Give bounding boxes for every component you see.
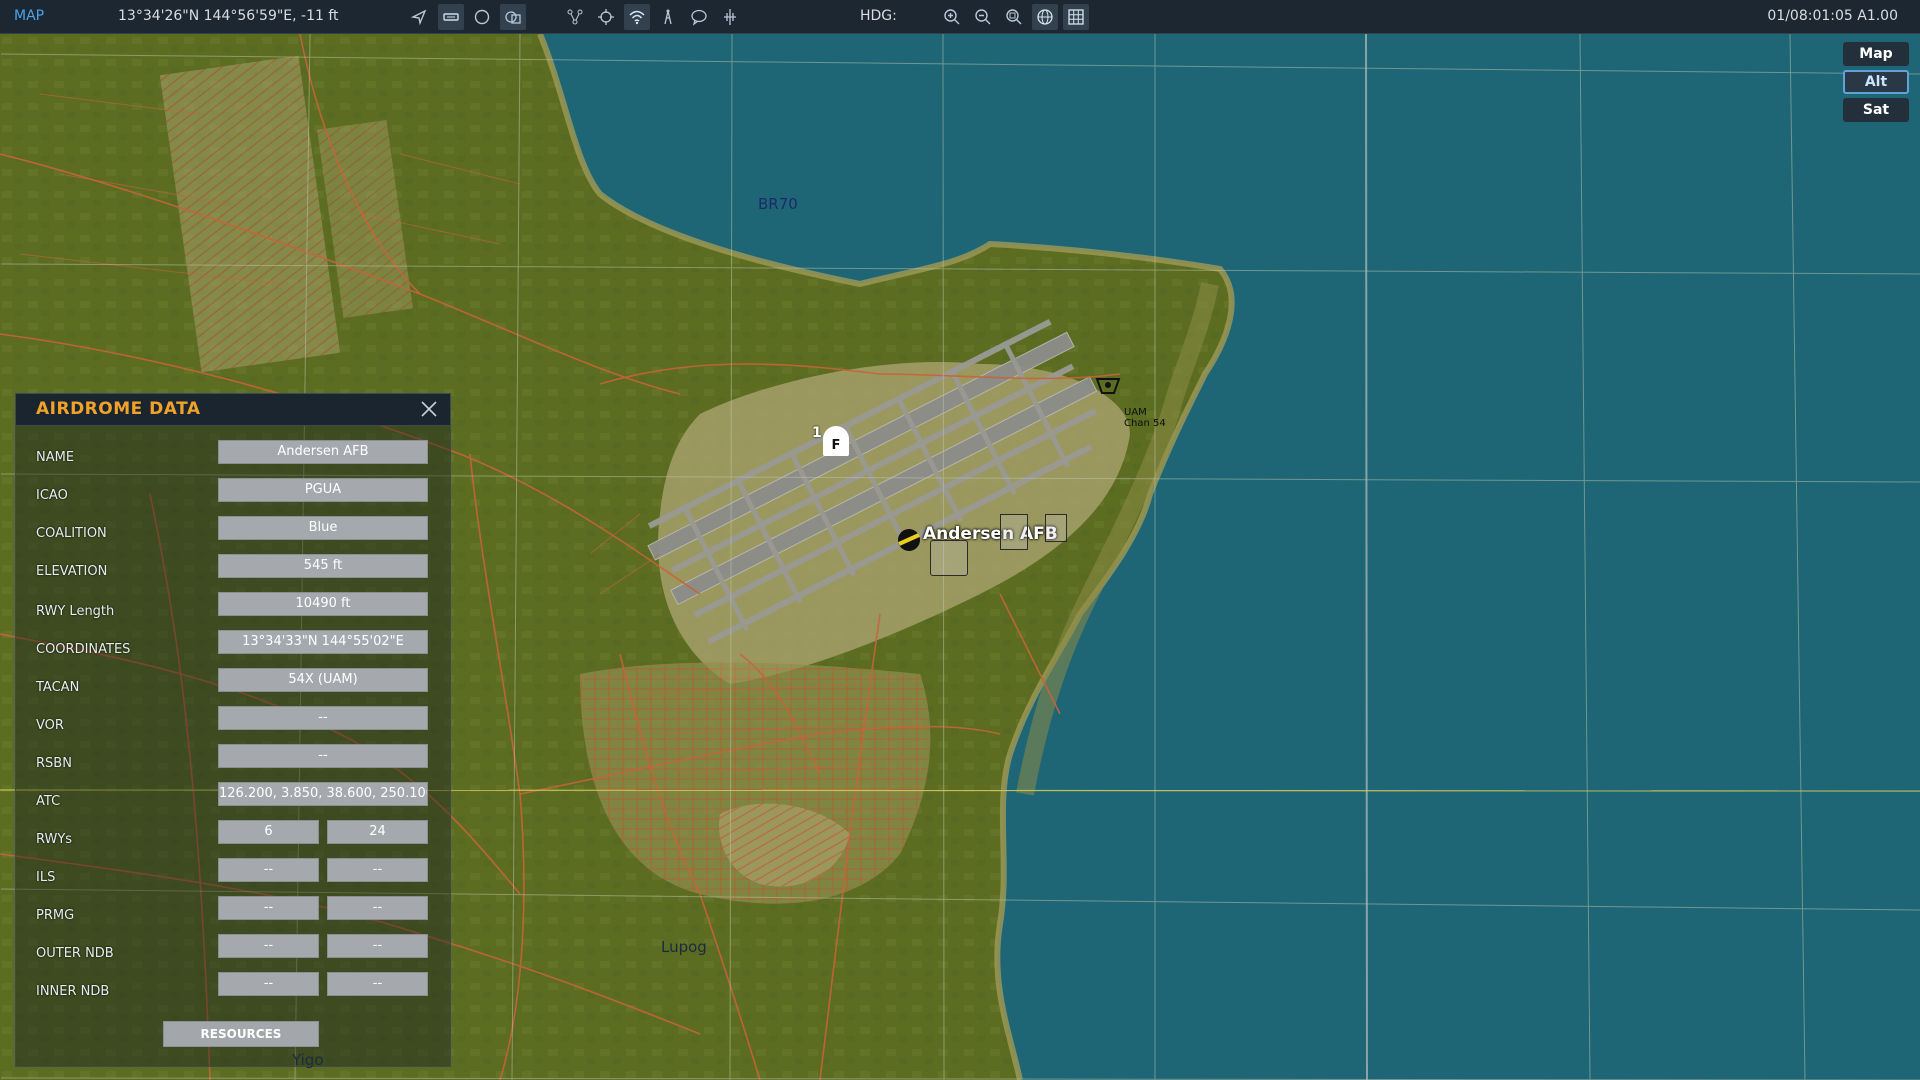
outer-ndb-label: OUTER NDB: [36, 946, 114, 961]
mission-clock: 01/08:01:05 A1.00: [1767, 8, 1898, 24]
send-icon[interactable]: [406, 4, 432, 30]
coalition-field: Blue: [218, 516, 428, 540]
rwys-label: RWYs: [36, 832, 73, 847]
rwy-length-label: RWY Length: [36, 604, 115, 619]
ils-a-field: --: [218, 858, 319, 882]
elevation-label: ELEVATION: [36, 564, 108, 579]
coordinates-field: 13°34'33"N 144°55'02"E: [218, 630, 428, 654]
inner-ndb-b-field: --: [327, 972, 428, 996]
icao-label: ICAO: [36, 488, 68, 503]
tower-icon[interactable]: [655, 4, 681, 30]
row-rwy-length: RWY Length 10490 ft: [16, 592, 450, 620]
circle-icon[interactable]: [469, 4, 495, 30]
row-prmg: PRMG -- --: [16, 896, 450, 924]
chat-icon[interactable]: [686, 4, 712, 30]
rwy-length-field: 10490 ft: [218, 592, 428, 616]
ils-b-field: --: [327, 858, 428, 882]
inner-ndb-label: INNER NDB: [36, 984, 110, 999]
row-inner-ndb: INNER NDB -- --: [16, 972, 450, 1000]
ruler-icon[interactable]: [717, 4, 743, 30]
coordinates-label: COORDINATES: [36, 642, 131, 657]
map-type-map-button[interactable]: Map: [1843, 42, 1909, 66]
row-coalition: COALITION Blue: [16, 516, 450, 544]
row-rwys: RWYs 6 24: [16, 820, 450, 848]
map-label-yigo: Yigo: [292, 1051, 324, 1069]
map-type-sat-button[interactable]: Sat: [1843, 98, 1909, 122]
row-name: NAME Andersen AFB: [16, 440, 450, 468]
row-tacan: TACAN 54X (UAM): [16, 668, 450, 696]
vor-label: VOR: [36, 718, 64, 733]
crosshair-icon[interactable]: [593, 4, 619, 30]
resources-button[interactable]: RESOURCES: [163, 1021, 319, 1047]
row-coordinates: COORDINATES 13°34'33"N 144°55'02"E: [16, 630, 450, 658]
globe-icon[interactable]: [1032, 4, 1058, 30]
outer-ndb-a-field: --: [218, 934, 319, 958]
prmg-a-field: --: [218, 896, 319, 920]
name-field: Andersen AFB: [218, 440, 428, 464]
tacan-label: UAM Chan 54: [1124, 407, 1166, 429]
vor-field: --: [218, 706, 428, 730]
row-outer-ndb: OUTER NDB -- --: [16, 934, 450, 962]
map-label-br70: BR70: [758, 195, 798, 213]
row-atc: ATC 126.200, 3.850, 38.600, 250.100: [16, 782, 450, 810]
tacan-field: 54X (UAM): [218, 668, 428, 692]
app-label: MAP: [14, 8, 45, 24]
elevation-field: 545 ft: [218, 554, 428, 578]
prmg-label: PRMG: [36, 908, 75, 923]
heading-label: HDG:: [860, 8, 897, 24]
row-vor: VOR --: [16, 706, 450, 734]
icao-field: PGUA: [218, 478, 428, 502]
name-label: NAME: [36, 450, 75, 465]
zoom-in-icon[interactable]: [939, 4, 965, 30]
fuel-tank-icon[interactable]: [1045, 514, 1067, 542]
signal-icon[interactable]: [624, 4, 650, 30]
inner-ndb-a-field: --: [218, 972, 319, 996]
hangar-icon[interactable]: [1000, 514, 1028, 550]
close-icon[interactable]: [420, 400, 438, 418]
farp-marker[interactable]: F: [823, 426, 849, 456]
row-elevation: ELEVATION 545 ft: [16, 554, 450, 582]
row-ils: ILS -- --: [16, 858, 450, 886]
grid-icon[interactable]: [1063, 4, 1089, 30]
farp-number: 1: [812, 425, 822, 441]
atc-label: ATC: [36, 794, 61, 809]
airdrome-data-panel: AIRDROME DATA NAME Andersen AFB ICAO PGU…: [15, 393, 451, 1067]
zoom-out-icon[interactable]: [970, 4, 996, 30]
cursor-coordinates: 13°34'26"N 144°56'59"E, -11 ft: [118, 8, 339, 24]
zoom-fit-icon[interactable]: [1001, 4, 1027, 30]
airbase-icon[interactable]: [897, 528, 921, 552]
rsbn-field: --: [218, 744, 428, 768]
outer-ndb-b-field: --: [327, 934, 428, 958]
map-label-lupog: Lupog: [661, 938, 707, 956]
rwy-b-field: 24: [327, 820, 428, 844]
layers-icon[interactable]: [500, 4, 526, 30]
top-toolbar: MAP 13°34'26"N 144°56'59"E, -11 ft HDG: …: [0, 0, 1920, 34]
network-icon[interactable]: [562, 4, 588, 30]
panel-header: AIRDROME DATA: [16, 394, 450, 426]
tacan-beacon-icon[interactable]: [1094, 373, 1122, 401]
rsbn-label: RSBN: [36, 756, 72, 771]
map-type-alt-button[interactable]: Alt: [1843, 70, 1909, 94]
prmg-b-field: --: [327, 896, 428, 920]
coalition-label: COALITION: [36, 526, 107, 541]
rwy-a-field: 6: [218, 820, 319, 844]
route-icon[interactable]: [438, 4, 464, 30]
ils-label: ILS: [36, 870, 56, 885]
tacan-label-text: TACAN: [36, 680, 80, 695]
panel-title: AIRDROME DATA: [36, 399, 201, 419]
atc-field: 126.200, 3.850, 38.600, 250.100: [218, 782, 428, 806]
tacan-name: UAM: [1124, 407, 1147, 418]
row-rsbn: RSBN --: [16, 744, 450, 772]
row-icao: ICAO PGUA: [16, 478, 450, 506]
farp-letter: F: [831, 438, 841, 453]
tacan-channel: Chan 54: [1124, 418, 1166, 429]
radar-icon[interactable]: [930, 540, 968, 576]
